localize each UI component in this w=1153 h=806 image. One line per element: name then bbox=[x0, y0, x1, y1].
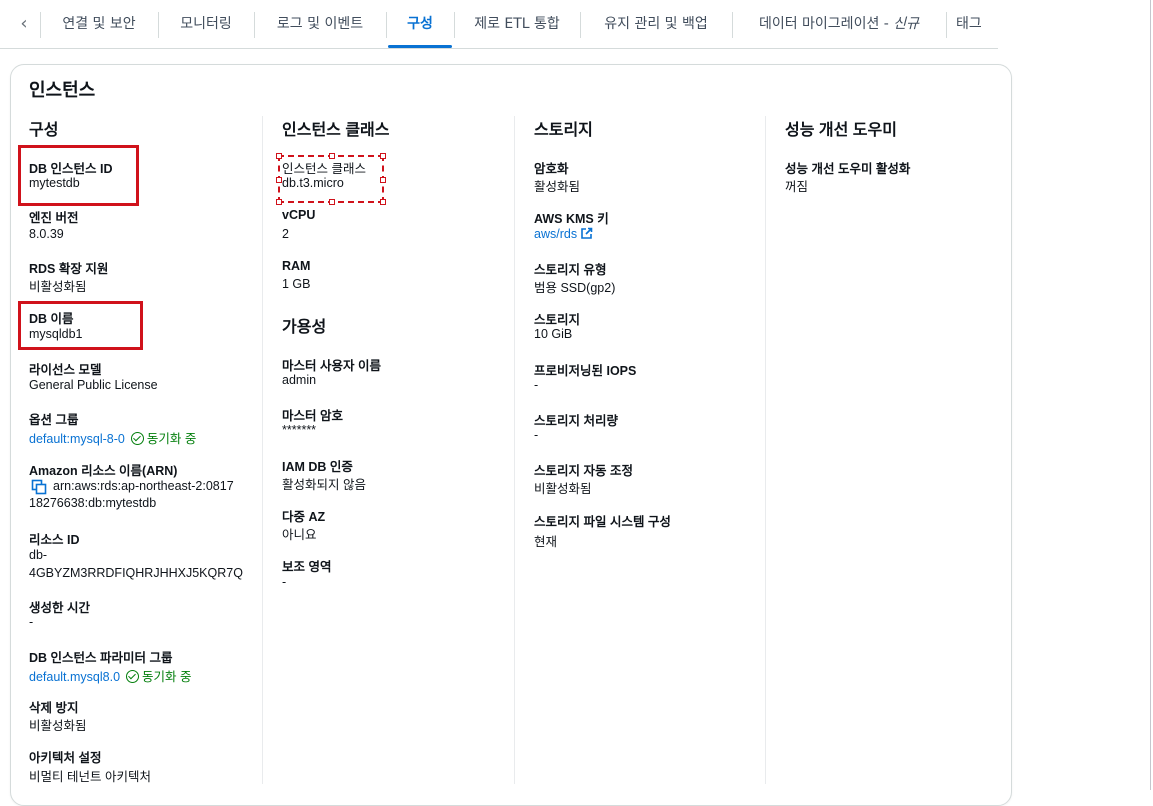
iam-auth-label: IAM DB 인증 bbox=[282, 460, 353, 474]
column-divider bbox=[765, 116, 766, 784]
rds-extended-support-label: RDS 확장 지원 bbox=[29, 262, 109, 276]
instance-class-heading: 인스턴스 클래스 bbox=[282, 122, 390, 139]
resize-handle bbox=[329, 199, 335, 205]
tab-data-migration[interactable]: 데이터 마이그레이션 - 신규 bbox=[734, 0, 944, 48]
param-group-link[interactable]: default.mysql8.0 bbox=[29, 670, 120, 684]
tab-zero-etl[interactable]: 제로 ETL 통합 bbox=[454, 0, 580, 48]
provisioned-iops-value: - bbox=[534, 378, 539, 392]
autoscaling-value: 비활성화됨 bbox=[534, 482, 592, 496]
deletion-protection-value: 비활성화됨 bbox=[29, 719, 87, 733]
tab-divider bbox=[946, 12, 947, 38]
column-divider bbox=[514, 116, 515, 784]
tab-divider bbox=[732, 12, 733, 38]
engine-version-label: 엔진 버전 bbox=[29, 211, 79, 225]
performance-insights-heading: 성능 개선 도우미 bbox=[785, 122, 897, 139]
multi-az-label: 다중 AZ bbox=[282, 510, 326, 524]
kms-key-row: aws/rds bbox=[534, 227, 593, 241]
tab-tags[interactable]: 태그 bbox=[956, 0, 998, 48]
resize-handle bbox=[329, 153, 335, 159]
architecture-label: 아키텍처 설정 bbox=[29, 751, 102, 765]
storage-size-label: 스토리지 bbox=[534, 313, 581, 327]
kms-key-label: AWS KMS 키 bbox=[534, 212, 609, 226]
file-system-label: 스토리지 파일 시스템 구성 bbox=[534, 515, 671, 529]
param-group-label: DB 인스턴스 파라미터 그룹 bbox=[29, 651, 173, 665]
highlight-box bbox=[18, 301, 143, 350]
storage-size-value: 10 GiB bbox=[534, 327, 573, 341]
highlight-box bbox=[18, 145, 139, 206]
storage-type-value: 범용 SSD(gp2) bbox=[534, 281, 616, 295]
tab-maintenance-backups[interactable]: 유지 관리 및 백업 bbox=[580, 0, 732, 48]
column-divider bbox=[262, 116, 263, 784]
resize-handle bbox=[276, 177, 282, 183]
master-password-label: 마스터 암호 bbox=[282, 409, 343, 423]
resize-handle bbox=[380, 177, 386, 183]
resource-id-label: 리소스 ID bbox=[29, 533, 80, 547]
performance-insights-label: 성능 개선 도우미 활성화 bbox=[785, 162, 911, 176]
selection-box bbox=[278, 155, 384, 203]
external-link-icon bbox=[581, 227, 593, 239]
window-edge bbox=[1150, 0, 1151, 790]
tab-divider bbox=[386, 12, 387, 38]
throughput-label: 스토리지 처리량 bbox=[534, 414, 618, 428]
tab-bar: ‹ 연결 및 보안 모니터링 로그 및 이벤트 구성 제로 ETL 통합 유지 … bbox=[0, 0, 998, 49]
panel-title: 인스턴스 bbox=[29, 80, 96, 100]
param-group-row: default.mysql8.0 동기화 중 bbox=[29, 666, 192, 685]
license-model-value: General Public License bbox=[29, 378, 158, 392]
arn-value-line1: arn:aws:rds:ap-northeast-2:0817 bbox=[53, 479, 234, 493]
storage-heading: 스토리지 bbox=[534, 122, 593, 139]
throughput-value: - bbox=[534, 428, 539, 442]
license-model-label: 라이선스 모델 bbox=[29, 363, 102, 377]
vcpu-label: vCPU bbox=[282, 208, 316, 222]
encryption-label: 암호화 bbox=[534, 162, 569, 176]
rds-extended-support-value: 비활성화됨 bbox=[29, 280, 87, 294]
master-password-value: ******* bbox=[282, 423, 317, 437]
arn-value-line2: 18276638:db:mytestdb bbox=[29, 496, 157, 510]
kms-key-link[interactable]: aws/rds bbox=[534, 227, 577, 241]
option-group-link[interactable]: default:mysql-8-0 bbox=[29, 432, 125, 446]
autoscaling-label: 스토리지 자동 조정 bbox=[534, 464, 633, 478]
new-badge: 신규 bbox=[893, 16, 920, 32]
architecture-value: 비멀티 테넌트 아키텍처 bbox=[29, 770, 151, 784]
vcpu-value: 2 bbox=[282, 227, 289, 241]
configuration-heading: 구성 bbox=[29, 122, 59, 139]
resource-id-value-line1: db- bbox=[29, 548, 48, 562]
tab-connectivity-security[interactable]: 연결 및 보안 bbox=[40, 0, 158, 48]
storage-type-label: 스토리지 유형 bbox=[534, 263, 607, 277]
chevron-left-icon[interactable]: ‹ bbox=[14, 12, 34, 36]
multi-az-value: 아니요 bbox=[282, 528, 317, 542]
deletion-protection-label: 삭제 방지 bbox=[29, 701, 79, 715]
tab-logs-events[interactable]: 로그 및 이벤트 bbox=[254, 0, 386, 48]
secondary-zone-value: - bbox=[282, 575, 287, 589]
master-user-label: 마스터 사용자 이름 bbox=[282, 359, 381, 373]
sync-status: 동기화 중 bbox=[142, 670, 192, 684]
performance-insights-value: 꺼짐 bbox=[785, 180, 809, 194]
created-time-value: - bbox=[29, 615, 34, 629]
secondary-zone-label: 보조 영역 bbox=[282, 560, 332, 574]
created-time-label: 생성한 시간 bbox=[29, 601, 90, 615]
availability-heading: 가용성 bbox=[282, 319, 327, 336]
tab-data-migration-label: 데이터 마이그레이션 - bbox=[758, 16, 894, 32]
copy-icon[interactable] bbox=[31, 479, 47, 495]
option-group-label: 옵션 그룹 bbox=[29, 413, 79, 427]
encryption-value: 활성화됨 bbox=[534, 180, 581, 194]
check-circle-icon bbox=[126, 670, 140, 683]
ram-value: 1 GB bbox=[282, 277, 311, 291]
resource-id-value-line2: 4GBYZM3RRDFIQHRJHHXJ5KQR7Q bbox=[29, 566, 243, 580]
iam-auth-value: 활성화되지 않음 bbox=[282, 478, 366, 492]
resize-handle bbox=[276, 153, 282, 159]
provisioned-iops-label: 프로비저닝된 IOPS bbox=[534, 364, 637, 378]
engine-version-value: 8.0.39 bbox=[29, 227, 64, 241]
master-user-value: admin bbox=[282, 373, 317, 387]
check-circle-icon bbox=[130, 432, 144, 445]
ram-label: RAM bbox=[282, 259, 311, 273]
sync-status: 동기화 중 bbox=[146, 432, 197, 446]
arn-label: Amazon 리소스 이름(ARN) bbox=[29, 464, 178, 478]
resize-handle bbox=[276, 199, 282, 205]
resize-handle bbox=[380, 199, 386, 205]
tab-configuration[interactable]: 구성 bbox=[388, 0, 452, 48]
tab-monitoring[interactable]: 모니터링 bbox=[158, 0, 254, 48]
file-system-value: 현재 bbox=[534, 535, 558, 549]
resize-handle bbox=[380, 153, 386, 159]
option-group-row: default:mysql-8-0 동기화 중 bbox=[29, 428, 196, 447]
